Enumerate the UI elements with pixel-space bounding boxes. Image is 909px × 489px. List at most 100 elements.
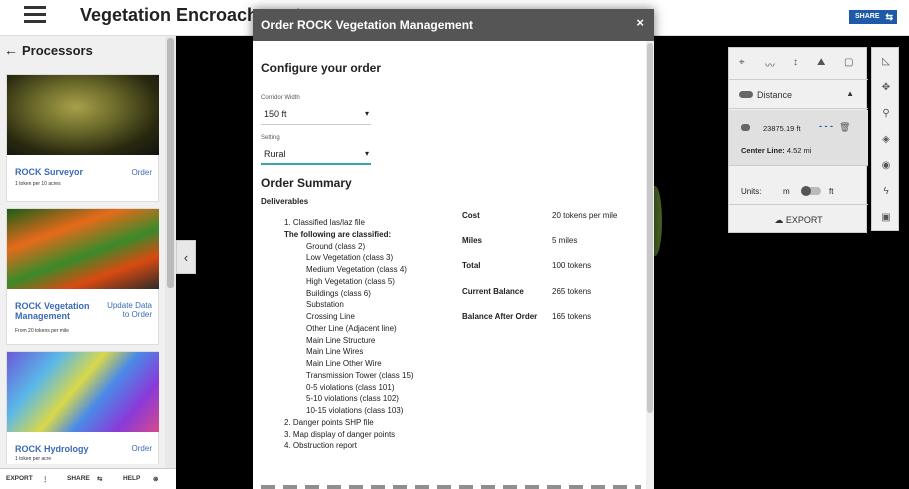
result-toggle[interactable] [741, 124, 750, 131]
cost-value: 265 tokens [552, 286, 592, 296]
measure-export-label: EXPORT [785, 215, 823, 225]
units-row: Units: m ft [729, 167, 868, 205]
sidebar-footer: EXPORT ⋮ SHARE ⇆ HELP ⊗ [0, 468, 176, 489]
cost-key: Current Balance [462, 286, 524, 296]
center-line-value: 4.52 mi [786, 146, 812, 155]
processor-name[interactable]: ROCK Hydrology [15, 444, 89, 454]
close-icon[interactable]: × [636, 15, 644, 30]
point-tool-icon[interactable]: ⌖ [739, 57, 745, 68]
class-item: 5-10 violations (class 102) [306, 394, 399, 404]
cost-key: Cost [462, 211, 480, 220]
processors-heading-label: Processors [22, 43, 93, 58]
location-pin-icon[interactable]: ⚲ [872, 108, 900, 119]
class-item: Low Vegetation (class 3) [306, 253, 394, 263]
result-value: 23875.19 ft [763, 124, 801, 133]
processor-name[interactable]: ROCK Vegetation Management [15, 301, 105, 321]
processor-list: ROCK Surveyor 1 token per 10 acres Order… [6, 74, 159, 464]
processor-name[interactable]: ROCK Surveyor [15, 167, 83, 177]
setting-label: Setting [261, 135, 280, 141]
share-icon: ⇆ [885, 12, 893, 22]
total-row: Total 100 tokens [462, 261, 642, 286]
flash-icon[interactable]: ϟ [872, 186, 900, 197]
export-button[interactable]: EXPORT [6, 475, 33, 482]
measure-tool-bar: ⌖ 〰 ↕ ⛰ ▢ [729, 48, 868, 80]
modal-scrollbar[interactable] [646, 41, 654, 489]
distance-toggle[interactable] [739, 91, 753, 98]
area-tool-icon[interactable]: ▢ [844, 57, 853, 68]
units-label: Units: [741, 187, 762, 196]
trash-icon[interactable]: 🗑 [839, 122, 850, 133]
modal-scroll-thumb[interactable] [647, 43, 653, 413]
measure-result: 23875.19 ft - - - 🗑 Center Line: 4.52 mi [729, 110, 868, 166]
pan-icon[interactable]: ✥ [872, 82, 900, 93]
collapse-sidebar-button[interactable]: ‹ [176, 240, 196, 274]
line-tool-icon[interactable]: 〰 [765, 57, 775, 72]
setting-value: Rural [264, 149, 286, 159]
measure-export-button[interactable]: ☁ EXPORT [729, 208, 868, 232]
deliverable-item: 1. Classified las/laz file [284, 218, 365, 227]
share-icon[interactable]: ⇆ [97, 475, 102, 483]
processor-price: From 20 tokens per mile [15, 328, 69, 334]
class-item: Buildings (class 6) [306, 288, 371, 298]
chevron-down-icon: ▾ [364, 109, 369, 118]
order-modal: Order ROCK Vegetation Management × Confi… [253, 9, 654, 489]
miles-row: Miles 5 miles [462, 236, 642, 261]
class-item: Medium Vegetation (class 4) [306, 265, 407, 274]
profile-tool-icon[interactable]: ⛰ [817, 57, 825, 68]
footer-share-button[interactable]: SHARE [67, 475, 90, 482]
deliverable-item: 3. Map display of danger points [284, 429, 396, 439]
unit-feet-label: ft [829, 187, 834, 196]
class-item: Main Line Wires [306, 347, 364, 357]
units-switch[interactable] [801, 186, 821, 196]
more-icon[interactable]: ⋮ [42, 475, 49, 483]
sidebar-scroll-thumb[interactable] [167, 38, 174, 288]
modal-title: Order ROCK Vegetation Management [261, 18, 474, 32]
cost-value: 165 tokens [552, 311, 592, 321]
save-icon[interactable]: ▣ [872, 212, 900, 223]
line-style-icon[interactable]: - - - [819, 121, 833, 131]
cost-row: Cost 20 tokens per mile [462, 211, 642, 236]
corridor-width-value: 150 ft [264, 109, 287, 119]
deliverable-item: 2. Danger points SHP file [284, 417, 374, 427]
order-link[interactable]: Order [132, 168, 152, 177]
map-tool-column: ◺ ✥ ⚲ ◈ ◉ ϟ ▣ [871, 47, 899, 231]
update-data-link[interactable]: Update Data to Order [100, 301, 152, 319]
processors-sidebar: ← Processors ROCK Surveyor 1 token per 10… [0, 36, 176, 489]
measure-icon[interactable]: ◺ [872, 56, 900, 67]
eye-icon[interactable]: ◉ [872, 160, 900, 171]
cost-table: Cost 20 tokens per mile Miles 5 miles To… [462, 211, 642, 337]
processor-thumbnail [7, 209, 159, 289]
processors-heading: ← Processors [4, 42, 93, 58]
cost-key: Miles [462, 236, 483, 246]
chevron-down-icon: ▾ [364, 149, 369, 158]
distance-row[interactable]: Distance ▲ [729, 81, 868, 109]
height-tool-icon[interactable]: ↕ [793, 57, 798, 68]
processor-card: ROCK Surveyor 1 token per 10 acres Order [6, 74, 159, 202]
processor-price: 1 token per 10 acres [15, 181, 61, 187]
class-item: Main Line Other Wire [306, 359, 382, 368]
distance-label: Distance [757, 90, 793, 100]
class-item: Other Line (Adjacent line) [306, 323, 397, 333]
order-link[interactable]: Order [132, 444, 152, 453]
deliverables-list: 1. Classified las/laz file The following… [284, 217, 414, 452]
back-arrow-icon[interactable]: ← [4, 42, 18, 58]
layers-icon[interactable]: ◈ [872, 134, 900, 145]
share-button[interactable]: SHARE ⇆ [849, 10, 897, 24]
corridor-width-select[interactable]: 150 ft ▾ [261, 105, 371, 125]
corridor-width-label: Corridor Width [261, 95, 300, 101]
truncated-text [261, 485, 641, 489]
class-item: Transmission Tower (class 15) [306, 370, 414, 380]
cost-key: Balance After Order [462, 311, 538, 321]
app-root: Vegetation Encroachment SHARE ⇆ ← Process… [0, 0, 909, 489]
cloud-upload-icon: ☁ [774, 215, 784, 225]
deliverables-label: Deliverables [261, 197, 309, 206]
close-circle-icon[interactable]: ⊗ [153, 475, 158, 483]
menu-icon[interactable] [24, 6, 46, 24]
chevron-up-icon[interactable]: ▲ [846, 89, 854, 98]
setting-select[interactable]: Rural ▾ [261, 145, 371, 165]
order-summary-title: Order Summary [261, 176, 352, 190]
classified-header: The following are classified: [284, 229, 392, 239]
class-item: Substation [306, 300, 344, 310]
help-button[interactable]: HELP [123, 475, 140, 482]
class-item: 0-5 violations (class 101) [306, 382, 395, 392]
